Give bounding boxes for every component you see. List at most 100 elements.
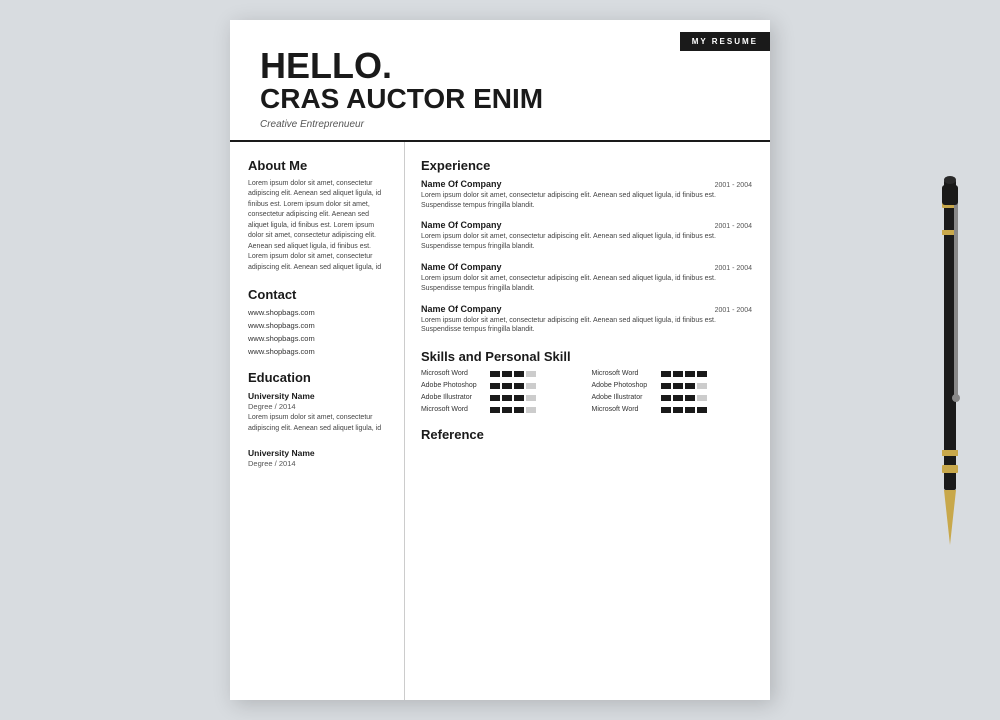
exp-date-2: 2001 - 2004 bbox=[715, 265, 752, 272]
skill-seg-7-2 bbox=[685, 407, 695, 413]
skill-seg-1-0 bbox=[661, 371, 671, 377]
skill-seg-1-3 bbox=[697, 371, 707, 377]
resume-hello: HELLO. bbox=[260, 48, 740, 84]
resume-name: CRAS AUCTOR ENIM bbox=[260, 84, 740, 115]
contact-heading: Contact bbox=[248, 287, 388, 302]
skill-row-7: Microsoft Word bbox=[592, 406, 753, 413]
skill-seg-5-2 bbox=[685, 395, 695, 401]
experience-heading: Experience bbox=[421, 158, 752, 173]
reference-section: Reference bbox=[421, 427, 752, 442]
skills-heading: Skills and Personal Skill bbox=[421, 349, 752, 364]
exp-entry-0: Name Of Company 2001 - 2004 Lorem ipsum … bbox=[421, 179, 752, 211]
edu-entry-0: University Name Degree / 2014 Lorem ipsu… bbox=[248, 391, 388, 434]
exp-entry-1: Name Of Company 2001 - 2004 Lorem ipsum … bbox=[421, 220, 752, 252]
reference-heading: Reference bbox=[421, 427, 752, 442]
skill-seg-0-1 bbox=[502, 371, 512, 377]
skill-seg-2-0 bbox=[490, 383, 500, 389]
skill-seg-2-2 bbox=[514, 383, 524, 389]
skill-bar-6 bbox=[490, 407, 536, 413]
edu-school-1: University Name bbox=[248, 448, 388, 458]
resume-subtitle: Creative Entreprenueur bbox=[260, 119, 740, 130]
skill-label-3: Adobe Photoshop bbox=[592, 382, 657, 389]
skill-seg-6-0 bbox=[490, 407, 500, 413]
skill-seg-4-1 bbox=[502, 395, 512, 401]
skill-bar-1 bbox=[661, 371, 707, 377]
top-label: MY RESUME bbox=[680, 32, 770, 51]
exp-desc-0: Lorem ipsum dolor sit amet, consectetur … bbox=[421, 191, 752, 211]
edu-desc-0: Lorem ipsum dolor sit amet, consectetur … bbox=[248, 413, 388, 434]
skill-seg-0-2 bbox=[514, 371, 524, 377]
skill-label-2: Adobe Photoshop bbox=[421, 382, 486, 389]
education-heading: Education bbox=[248, 370, 388, 385]
skill-row-3: Adobe Photoshop bbox=[592, 382, 753, 389]
edu-school-0: University Name bbox=[248, 391, 388, 401]
skill-seg-7-1 bbox=[673, 407, 683, 413]
skill-seg-3-2 bbox=[685, 383, 695, 389]
contact-item: www.shopbags.com bbox=[248, 321, 388, 330]
skill-seg-6-2 bbox=[514, 407, 524, 413]
skill-seg-3-3 bbox=[697, 383, 707, 389]
skill-row-6: Microsoft Word bbox=[421, 406, 582, 413]
exp-date-1: 2001 - 2004 bbox=[715, 223, 752, 230]
exp-entry-2: Name Of Company 2001 - 2004 Lorem ipsum … bbox=[421, 262, 752, 294]
skill-seg-7-0 bbox=[661, 407, 671, 413]
skill-seg-7-3 bbox=[697, 407, 707, 413]
skill-label-1: Microsoft Word bbox=[592, 370, 657, 377]
edu-degree-0: Degree / 2014 bbox=[248, 402, 388, 411]
exp-desc-1: Lorem ipsum dolor sit amet, consectetur … bbox=[421, 232, 752, 252]
skill-bar-4 bbox=[490, 395, 536, 401]
resume-body: About Me Lorem ipsum dolor sit amet, con… bbox=[230, 142, 770, 700]
exp-date-3: 2001 - 2004 bbox=[715, 307, 752, 314]
exp-company-0: Name Of Company bbox=[421, 179, 502, 189]
skill-seg-3-0 bbox=[661, 383, 671, 389]
skill-seg-6-1 bbox=[502, 407, 512, 413]
left-column: About Me Lorem ipsum dolor sit amet, con… bbox=[230, 142, 405, 700]
right-column: Experience Name Of Company 2001 - 2004 L… bbox=[405, 142, 770, 700]
exp-company-1: Name Of Company bbox=[421, 220, 502, 230]
contact-item: www.shopbags.com bbox=[248, 334, 388, 343]
edu-degree-1: Degree / 2014 bbox=[248, 459, 388, 468]
skill-seg-6-3 bbox=[526, 407, 536, 413]
skill-row-5: Adobe Illustrator bbox=[592, 394, 753, 401]
exp-company-2: Name Of Company bbox=[421, 262, 502, 272]
education-section: Education University Name Degree / 2014 … bbox=[248, 370, 388, 468]
about-text: Lorem ipsum dolor sit amet, consectetur … bbox=[248, 179, 388, 274]
skill-seg-0-3 bbox=[526, 371, 536, 377]
skill-bar-0 bbox=[490, 371, 536, 377]
skill-seg-5-0 bbox=[661, 395, 671, 401]
contact-section: Contact www.shopbags.com www.shopbags.co… bbox=[248, 287, 388, 356]
contact-item: www.shopbags.com bbox=[248, 308, 388, 317]
skill-seg-3-1 bbox=[673, 383, 683, 389]
skill-label-5: Adobe Illustrator bbox=[592, 394, 657, 401]
exp-entry-3: Name Of Company 2001 - 2004 Lorem ipsum … bbox=[421, 304, 752, 336]
edu-entry-1: University Name Degree / 2014 bbox=[248, 448, 388, 468]
skill-row-2: Adobe Photoshop bbox=[421, 382, 582, 389]
skill-bar-5 bbox=[661, 395, 707, 401]
exp-desc-3: Lorem ipsum dolor sit amet, consectetur … bbox=[421, 316, 752, 336]
contact-item: www.shopbags.com bbox=[248, 347, 388, 356]
exp-date-0: 2001 - 2004 bbox=[715, 182, 752, 189]
skill-seg-5-3 bbox=[697, 395, 707, 401]
skill-bar-7 bbox=[661, 407, 707, 413]
skill-label-0: Microsoft Word bbox=[421, 370, 486, 377]
about-section: About Me Lorem ipsum dolor sit amet, con… bbox=[248, 158, 388, 274]
skill-seg-1-1 bbox=[673, 371, 683, 377]
skill-row-0: Microsoft Word bbox=[421, 370, 582, 377]
resume-card: MY RESUME HELLO. CRAS AUCTOR ENIM Creati… bbox=[230, 20, 770, 700]
skill-seg-4-3 bbox=[526, 395, 536, 401]
exp-desc-2: Lorem ipsum dolor sit amet, consectetur … bbox=[421, 274, 752, 294]
exp-company-3: Name Of Company bbox=[421, 304, 502, 314]
skill-seg-4-0 bbox=[490, 395, 500, 401]
skill-seg-2-3 bbox=[526, 383, 536, 389]
skill-seg-0-0 bbox=[490, 371, 500, 377]
about-heading: About Me bbox=[248, 158, 388, 173]
skill-bar-2 bbox=[490, 383, 536, 389]
skill-seg-4-2 bbox=[514, 395, 524, 401]
experience-section: Experience Name Of Company 2001 - 2004 L… bbox=[421, 158, 752, 335]
skill-seg-5-1 bbox=[673, 395, 683, 401]
skill-row-1: Microsoft Word bbox=[592, 370, 753, 377]
page-wrapper: MY RESUME HELLO. CRAS AUCTOR ENIM Creati… bbox=[0, 0, 1000, 720]
skill-label-6: Microsoft Word bbox=[421, 406, 486, 413]
skill-label-4: Adobe Illustrator bbox=[421, 394, 486, 401]
pen-decoration bbox=[930, 170, 970, 550]
